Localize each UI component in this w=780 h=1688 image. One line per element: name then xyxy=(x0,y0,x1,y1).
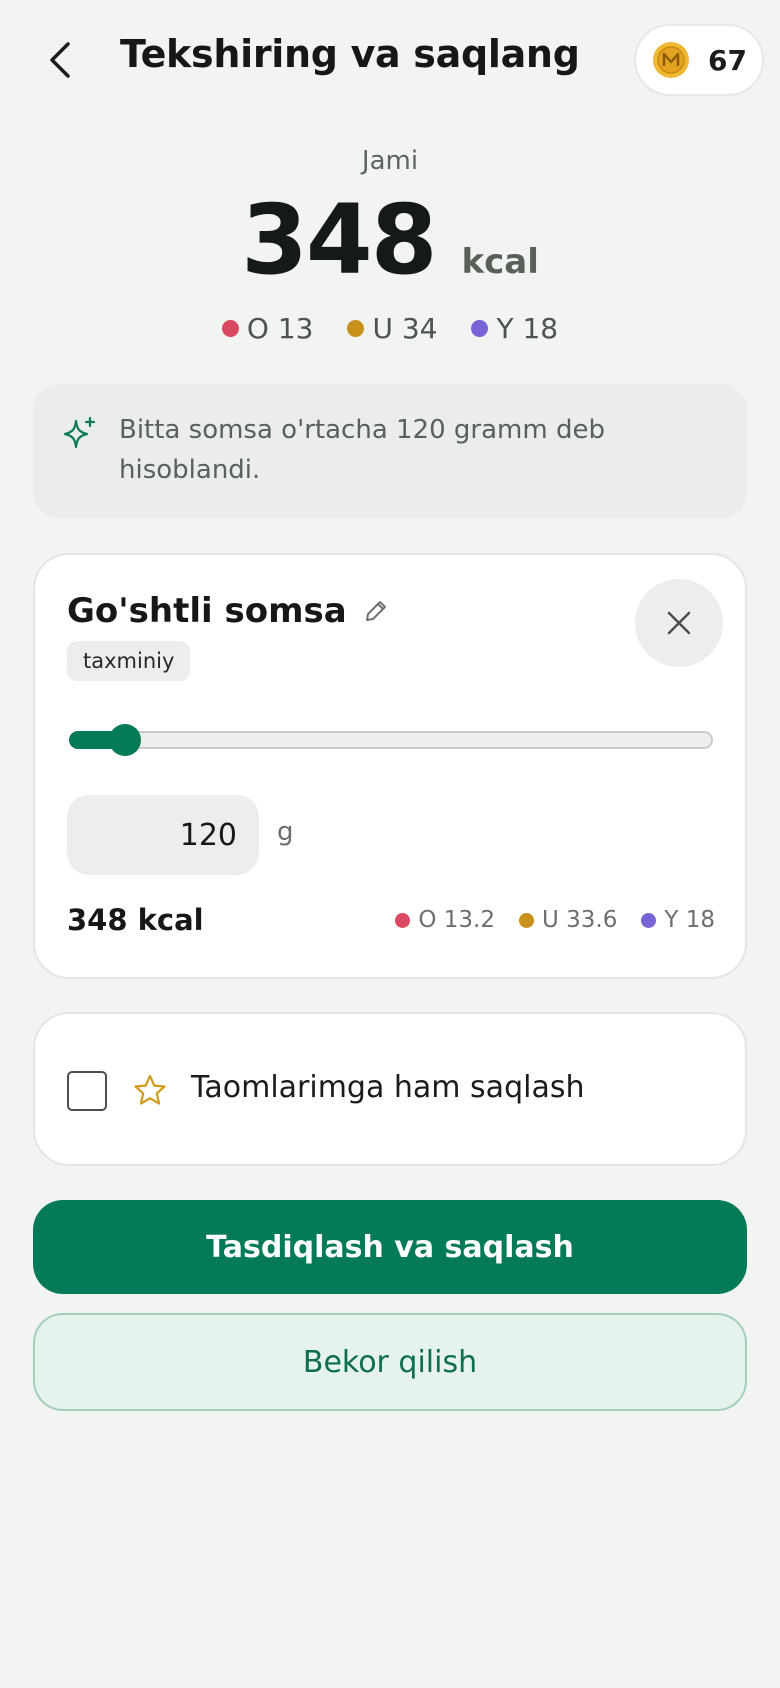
item-kcal: 348 kcal xyxy=(67,903,204,937)
total-macros: O 13 U 34 Y 18 xyxy=(0,312,780,345)
item-fat-value: Y 18 xyxy=(664,907,715,933)
grams-unit: g xyxy=(277,817,294,847)
save-to-meals-card[interactable]: Taomlarimga ham saqlash xyxy=(33,1012,747,1166)
back-button[interactable] xyxy=(34,30,86,90)
food-item-card: Go'shtli somsa taxminiy g 348 kcal O 13.… xyxy=(33,553,747,979)
protein-dot xyxy=(221,320,239,337)
grams-input[interactable] xyxy=(67,795,259,875)
macro-protein: O 13 xyxy=(221,312,314,345)
cancel-button[interactable]: Bekor qilish xyxy=(33,1313,747,1411)
total-kcal-unit: kcal xyxy=(461,242,539,282)
confirm-save-button[interactable]: Tasdiqlash va saqlash xyxy=(33,1200,747,1294)
coin-balance[interactable]: 67 xyxy=(634,24,764,96)
item-macro-protein: O 13.2 xyxy=(395,907,495,933)
chevron-left-icon xyxy=(50,42,70,78)
total-label: Jami xyxy=(361,146,419,176)
coin-count: 67 xyxy=(708,43,747,77)
close-icon xyxy=(667,611,691,635)
fat-dot xyxy=(641,912,657,928)
item-macros: O 13.2 U 33.6 Y 18 xyxy=(395,907,715,933)
star-icon xyxy=(134,1074,166,1105)
estimate-info-card: Bitta somsa o'rtacha 120 gramm deb hisob… xyxy=(33,384,747,518)
carbs-dot xyxy=(347,320,365,337)
item-carbs-value: U 33.6 xyxy=(542,907,618,933)
portion-slider-thumb[interactable] xyxy=(109,724,142,756)
save-to-meals-label: Taomlarimga ham saqlash xyxy=(191,1070,585,1105)
fat-dot xyxy=(471,320,489,337)
item-macro-fat: Y 18 xyxy=(641,907,715,933)
remove-item-button[interactable] xyxy=(635,579,723,667)
review-and-save-screen: Tekshiring va saqlang 67 Jami 348 kcal O… xyxy=(0,0,780,1688)
portion-slider-track[interactable] xyxy=(69,731,713,749)
sparkle-icon xyxy=(63,416,96,449)
page-title: Tekshiring va saqlang xyxy=(120,32,580,76)
carbs-dot xyxy=(519,912,534,928)
food-item-name: Go'shtli somsa xyxy=(67,591,347,631)
app-header: Tekshiring va saqlang 67 xyxy=(0,0,780,118)
pencil-icon[interactable] xyxy=(361,596,391,626)
coin-icon xyxy=(653,42,689,78)
save-to-meals-checkbox[interactable] xyxy=(67,1071,107,1111)
macro-protein-value: O 13 xyxy=(246,312,314,345)
item-macro-carbs: U 33.6 xyxy=(519,907,617,933)
total-kcal-value: 348 xyxy=(241,184,437,296)
protein-dot xyxy=(395,912,411,928)
estimate-info-text: Bitta somsa o'rtacha 120 gramm deb hisob… xyxy=(119,415,605,485)
macro-carbs-value: U 34 xyxy=(372,312,438,345)
macro-carbs: U 34 xyxy=(347,312,437,345)
total-calories: 348 kcal xyxy=(0,190,780,290)
food-item-header: Go'shtli somsa xyxy=(67,591,391,631)
item-protein-value: O 13.2 xyxy=(418,907,495,933)
macro-fat-value: Y 18 xyxy=(496,312,559,345)
macro-fat: Y 18 xyxy=(471,312,558,345)
estimate-badge: taxminiy xyxy=(67,641,191,681)
